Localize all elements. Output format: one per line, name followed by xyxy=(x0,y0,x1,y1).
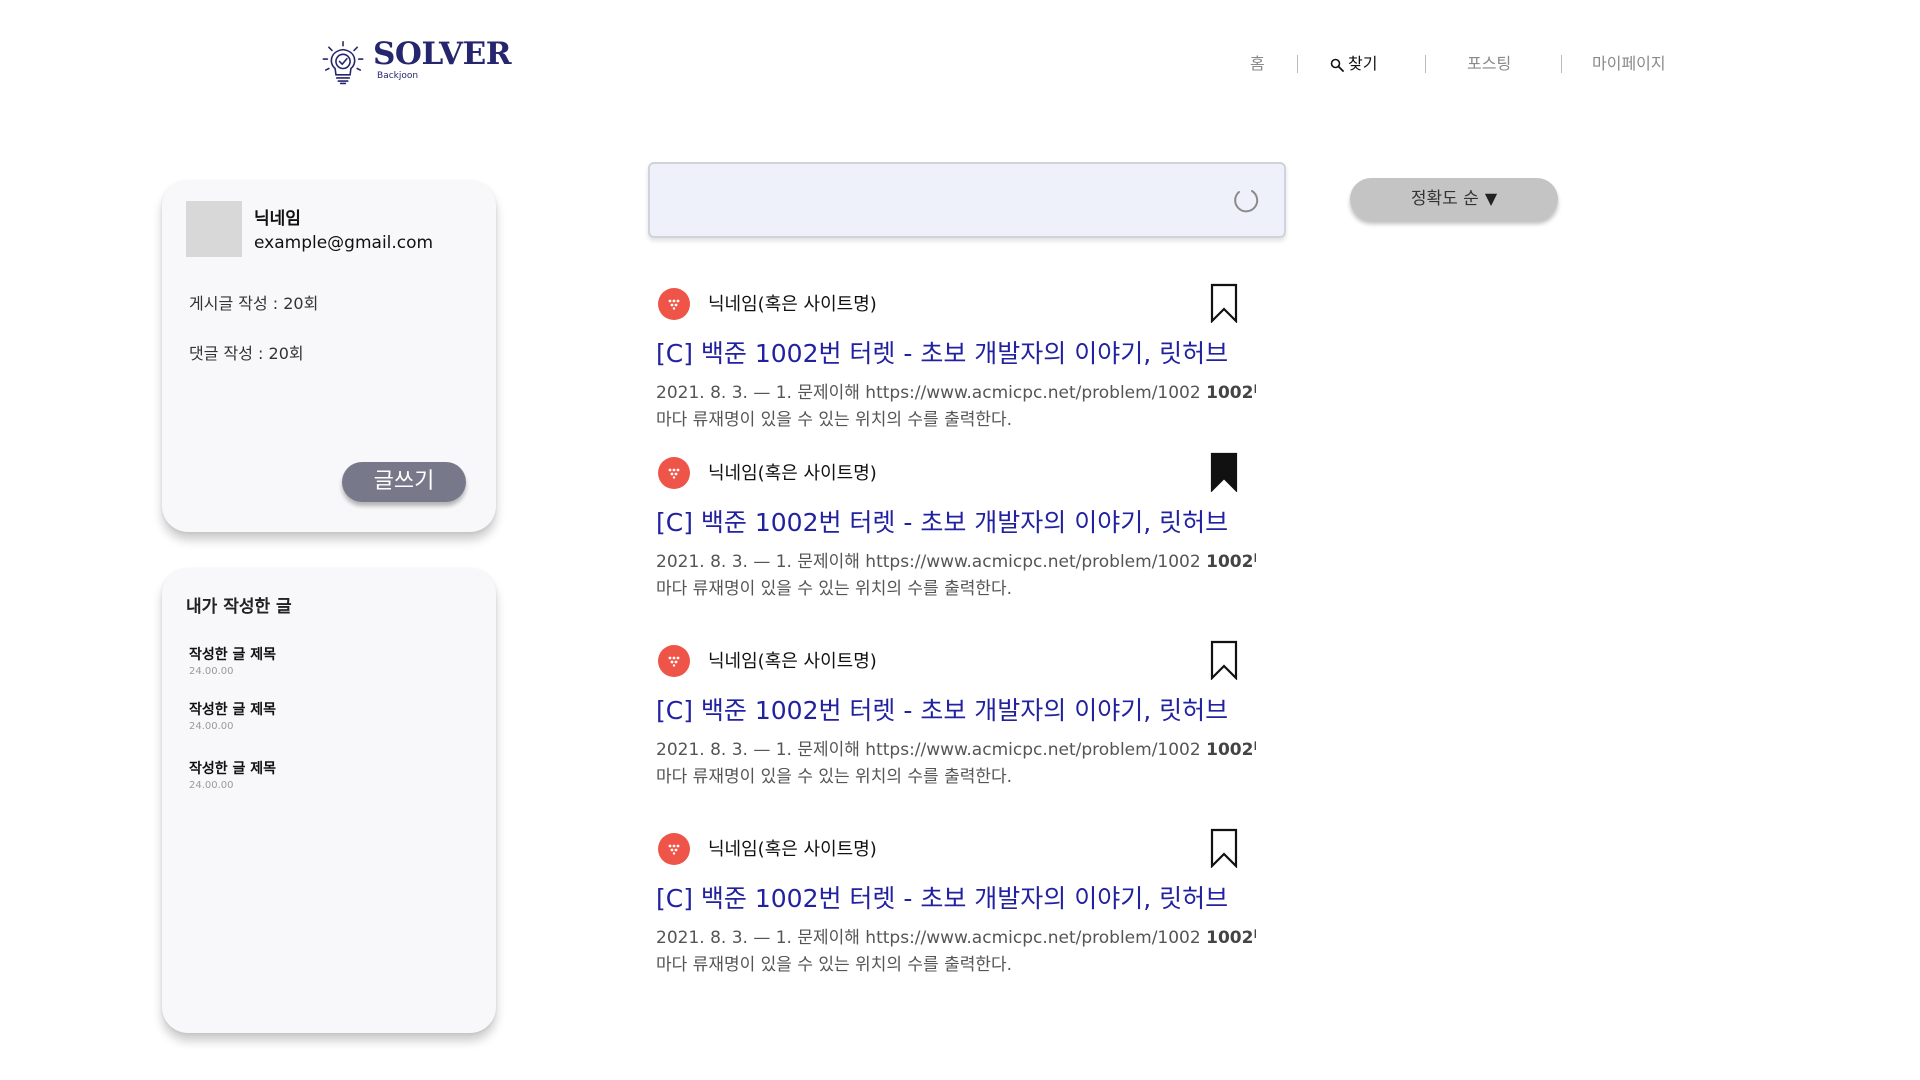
snippet-line2: 마다 류재명이 있을 수 있는 위치의 수를 출력한다. xyxy=(656,767,1013,787)
result-site-name[interactable]: 닉네임(혹은 사이트명) xyxy=(708,290,877,316)
top-nav: 홈 찾기 포스팅 마이페이지 xyxy=(1230,52,1690,76)
site-favicon-icon xyxy=(658,833,690,865)
snippet-highlight: 1002번 xyxy=(1206,740,1256,760)
comments-count: 댓글 작성 : 20회 xyxy=(189,344,304,363)
nav-mypage[interactable]: 마이페이지 xyxy=(1592,52,1666,76)
bookmark-icon[interactable] xyxy=(1210,283,1238,323)
snippet-line2: 마다 류재명이 있을 수 있는 위치의 수를 출력한다. xyxy=(656,955,1013,975)
nav-posting[interactable]: 포스팅 xyxy=(1467,52,1511,76)
site-favicon-icon xyxy=(658,288,690,320)
avatar xyxy=(186,201,242,257)
nav-search[interactable]: 찾기 xyxy=(1330,52,1377,76)
my-post-date: 24.00.00 xyxy=(189,666,234,677)
nav-divider xyxy=(1561,55,1562,73)
snippet-text: 2021. 8. 3. — 1. 문제이해 https://www.acmicp… xyxy=(656,740,1207,760)
sort-dropdown[interactable]: 정확도 순 ▼ xyxy=(1350,178,1558,220)
search-icon xyxy=(1330,58,1344,72)
profile-email: example@gmail.com xyxy=(254,233,434,253)
bookmark-icon[interactable] xyxy=(1210,828,1238,868)
nav-search-label: 찾기 xyxy=(1348,54,1378,73)
bookmark-icon[interactable] xyxy=(1210,640,1238,680)
snippet-highlight: 1002번 xyxy=(1206,928,1256,948)
my-posts-heading: 내가 작성한 글 xyxy=(186,597,292,617)
result-title-link[interactable]: [C] 백준 1002번 터렛 - 초보 개발자의 이야기, 릿허브 xyxy=(656,503,1256,539)
write-button[interactable]: 글쓰기 xyxy=(342,462,466,502)
result-snippet: 2021. 8. 3. — 1. 문제이해 https://www.acmicp… xyxy=(656,549,1256,603)
search-bar xyxy=(648,162,1286,238)
posts-count: 게시글 작성 : 20회 xyxy=(189,294,319,313)
snippet-highlight: 1002번 xyxy=(1206,552,1256,572)
site-favicon-icon xyxy=(658,645,690,677)
search-result: 닉네임(혹은 사이트명) [C] 백준 1002번 터렛 - 초보 개발자의 이… xyxy=(656,828,1256,981)
lightbulb-check-icon xyxy=(322,40,364,85)
dropdown-arrow-icon: ▼ xyxy=(1484,189,1498,208)
profile-nickname: 닉네임 xyxy=(254,209,301,229)
snippet-highlight: 1002번 xyxy=(1206,383,1256,403)
snippet-text: 2021. 8. 3. — 1. 문제이해 https://www.acmicp… xyxy=(656,552,1207,572)
my-post-title: 작성한 글 제목 xyxy=(189,761,277,777)
nav-divider xyxy=(1297,55,1298,73)
result-title-link[interactable]: [C] 백준 1002번 터렛 - 초보 개발자의 이야기, 릿허브 xyxy=(656,879,1256,915)
my-post-item[interactable]: 작성한 글 제목 24.00.00 xyxy=(189,758,276,791)
sort-label: 정확도 순 xyxy=(1410,189,1479,209)
result-snippet: 2021. 8. 3. — 1. 문제이해 https://www.acmicp… xyxy=(656,380,1256,434)
profile-card: 닉네임 example@gmail.com 게시글 작성 : 20회 댓글 작성… xyxy=(162,180,496,532)
my-post-item[interactable]: 작성한 글 제목 24.00.00 xyxy=(189,644,276,677)
nav-divider xyxy=(1425,55,1426,73)
my-post-title: 작성한 글 제목 xyxy=(189,702,277,718)
search-result: 닉네임(혹은 사이트명) [C] 백준 1002번 터렛 - 초보 개발자의 이… xyxy=(656,640,1256,793)
result-snippet: 2021. 8. 3. — 1. 문제이해 https://www.acmicp… xyxy=(656,925,1256,979)
result-title-link[interactable]: [C] 백준 1002번 터렛 - 초보 개발자의 이야기, 릿허브 xyxy=(656,334,1256,370)
my-post-item[interactable]: 작성한 글 제목 24.00.00 xyxy=(189,699,276,732)
result-site-name[interactable]: 닉네임(혹은 사이트명) xyxy=(708,647,877,673)
my-post-date: 24.00.00 xyxy=(189,780,234,791)
search-result: 닉네임(혹은 사이트명) [C] 백준 1002번 터렛 - 초보 개발자의 이… xyxy=(656,452,1256,605)
loading-spinner-icon[interactable] xyxy=(1232,187,1260,215)
nav-home[interactable]: 홈 xyxy=(1250,52,1265,76)
snippet-text: 2021. 8. 3. — 1. 문제이해 https://www.acmicp… xyxy=(656,383,1207,403)
logo[interactable]: SOLVER Backjoon xyxy=(321,34,511,94)
logo-title: SOLVER xyxy=(373,36,511,72)
my-posts-card: 내가 작성한 글 작성한 글 제목 24.00.00 작성한 글 제목 24.0… xyxy=(162,568,496,1033)
bookmark-filled-icon[interactable] xyxy=(1210,452,1238,492)
search-result: 닉네임(혹은 사이트명) [C] 백준 1002번 터렛 - 초보 개발자의 이… xyxy=(656,283,1256,436)
result-site-name[interactable]: 닉네임(혹은 사이트명) xyxy=(708,459,877,485)
my-post-date: 24.00.00 xyxy=(189,721,234,732)
result-snippet: 2021. 8. 3. — 1. 문제이해 https://www.acmicp… xyxy=(656,737,1256,791)
snippet-line2: 마다 류재명이 있을 수 있는 위치의 수를 출력한다. xyxy=(656,410,1013,430)
site-favicon-icon xyxy=(658,457,690,489)
snippet-text: 2021. 8. 3. — 1. 문제이해 https://www.acmicp… xyxy=(656,928,1207,948)
my-post-title: 작성한 글 제목 xyxy=(189,647,277,663)
snippet-line2: 마다 류재명이 있을 수 있는 위치의 수를 출력한다. xyxy=(656,579,1013,599)
result-site-name[interactable]: 닉네임(혹은 사이트명) xyxy=(708,835,877,861)
search-input[interactable] xyxy=(650,164,1230,236)
result-title-link[interactable]: [C] 백준 1002번 터렛 - 초보 개발자의 이야기, 릿허브 xyxy=(656,691,1256,727)
